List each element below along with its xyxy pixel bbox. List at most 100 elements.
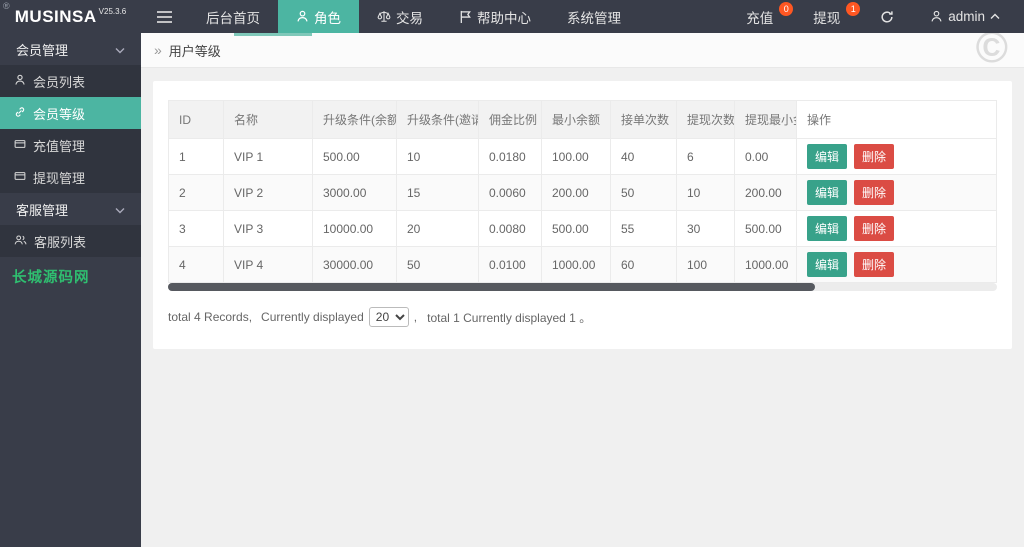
cell-upgrade-invite: 20 bbox=[396, 210, 479, 247]
table-header-row: ID 名称 升级条件(余额) 升级条件(邀请) 佣金比例 最小余额 接单次数 提… bbox=[168, 100, 997, 139]
cell-commission: 0.0060 bbox=[478, 174, 542, 211]
cell-withdraw-min: 200.00 bbox=[734, 174, 797, 211]
cell-withdraw-count: 30 bbox=[676, 210, 735, 247]
person-icon bbox=[296, 10, 309, 23]
sidebar-item-member-list[interactable]: 会员列表 bbox=[0, 65, 141, 97]
top-nav: 后台首页 角色 交易 帮助中心 系统管理 bbox=[141, 0, 639, 33]
refresh-button[interactable] bbox=[862, 0, 912, 33]
username-label: admin bbox=[948, 9, 985, 24]
sidebar-item-withdraw-mgmt[interactable]: 提现管理 bbox=[0, 161, 141, 193]
chevron-up-icon bbox=[990, 13, 1000, 20]
cell-actions: 编辑 删除 bbox=[796, 246, 997, 283]
delete-button[interactable]: 删除 bbox=[854, 180, 895, 205]
records-total-label: total 4 Records, bbox=[168, 310, 253, 324]
link-icon bbox=[14, 106, 26, 121]
hamburger-icon bbox=[157, 10, 172, 23]
col-header-upgrade-balance: 升级条件(余额) bbox=[312, 100, 397, 139]
cell-commission: 0.0100 bbox=[478, 246, 542, 283]
page-size-label: Currently displayed bbox=[261, 310, 364, 324]
sidebar-item-label: 会员等级 bbox=[33, 106, 86, 122]
sidebar-item-label: 充值管理 bbox=[33, 138, 86, 154]
sidebar-item-recharge-mgmt[interactable]: 充值管理 bbox=[0, 129, 141, 161]
user-menu[interactable]: admin bbox=[912, 0, 1018, 33]
nav-label: 交易 bbox=[396, 10, 423, 26]
table-card: ID 名称 升级条件(余额) 升级条件(邀请) 佣金比例 最小余额 接单次数 提… bbox=[153, 81, 1012, 349]
sidebar-group-service[interactable]: 客服管理 bbox=[0, 193, 141, 225]
nav-item-role[interactable]: 角色 bbox=[278, 0, 359, 33]
nav-label: 帮助中心 bbox=[477, 10, 531, 26]
withdraw-label: 提现 bbox=[813, 10, 841, 26]
cell-withdraw-min: 500.00 bbox=[734, 210, 797, 247]
cell-name: VIP 2 bbox=[223, 174, 313, 211]
col-header-commission: 佣金比例 bbox=[478, 100, 542, 139]
group-label: 会员管理 bbox=[16, 42, 69, 58]
chevron-down-icon bbox=[115, 42, 125, 57]
brand-logo[interactable]: ® MUSINSA V25.3.6 bbox=[0, 0, 141, 33]
delete-button[interactable]: 删除 bbox=[854, 144, 895, 169]
cell-id: 4 bbox=[168, 246, 224, 283]
sidebar-item-label: 提现管理 bbox=[33, 170, 86, 186]
cell-withdraw-min: 1000.00 bbox=[734, 246, 797, 283]
cell-name: VIP 4 bbox=[223, 246, 313, 283]
cell-name: VIP 1 bbox=[223, 138, 313, 175]
cell-upgrade-balance: 30000.00 bbox=[312, 246, 397, 283]
delete-button[interactable]: 删除 bbox=[854, 252, 895, 277]
col-header-actions: 操作 bbox=[796, 100, 997, 139]
main-content: » 用户等级 © ID 名称 升级条件(余额) 升级条件(邀请) 佣金比例 最小… bbox=[141, 33, 1024, 547]
scrollbar-thumb[interactable] bbox=[168, 283, 815, 291]
nav-label: 角色 bbox=[314, 10, 341, 26]
col-header-min-balance: 最小余额 bbox=[541, 100, 611, 139]
cell-min-balance: 200.00 bbox=[541, 174, 611, 211]
nav-item-help[interactable]: 帮助中心 bbox=[441, 0, 549, 33]
cell-min-balance: 500.00 bbox=[541, 210, 611, 247]
edit-button[interactable]: 编辑 bbox=[807, 216, 848, 241]
edit-button[interactable]: 编辑 bbox=[807, 180, 848, 205]
col-header-upgrade-invite: 升级条件(邀请) bbox=[396, 100, 479, 139]
table-row: 2 VIP 2 3000.00 15 0.0060 200.00 50 10 2… bbox=[168, 174, 997, 211]
cell-name: VIP 3 bbox=[223, 210, 313, 247]
page-title: 用户等级 bbox=[168, 43, 221, 59]
sidebar-item-member-level[interactable]: 会员等级 bbox=[0, 97, 141, 129]
brand-version: V25.3.6 bbox=[98, 7, 127, 16]
refresh-icon bbox=[880, 10, 894, 24]
edit-button[interactable]: 编辑 bbox=[807, 252, 848, 277]
cell-min-balance: 100.00 bbox=[541, 138, 611, 175]
col-header-id: ID bbox=[168, 100, 224, 139]
page-size-select[interactable]: 20 bbox=[368, 307, 409, 327]
cell-order-count: 50 bbox=[610, 174, 677, 211]
users-icon bbox=[14, 234, 27, 249]
chevron-down-icon bbox=[115, 202, 125, 217]
table-row: 3 VIP 3 10000.00 20 0.0080 500.00 55 30 … bbox=[168, 210, 997, 247]
recharge-count-badge: 0 bbox=[779, 2, 794, 16]
withdraw-link[interactable]: 提现 1 bbox=[795, 0, 862, 33]
topbar-right: 充值 0 提现 1 admin bbox=[728, 0, 1024, 33]
col-header-name: 名称 bbox=[223, 100, 313, 139]
cell-actions: 编辑 删除 bbox=[796, 138, 997, 175]
delete-button[interactable]: 删除 bbox=[854, 216, 895, 241]
copyright-watermark-icon: © bbox=[975, 33, 1008, 68]
cell-id: 1 bbox=[168, 138, 224, 175]
recharge-link[interactable]: 充值 0 bbox=[728, 0, 795, 33]
nav-item-system[interactable]: 系统管理 bbox=[549, 0, 639, 33]
sidebar-item-service-list[interactable]: 客服列表 bbox=[0, 225, 141, 257]
edit-button[interactable]: 编辑 bbox=[807, 144, 848, 169]
cell-id: 3 bbox=[168, 210, 224, 247]
cell-id: 2 bbox=[168, 174, 224, 211]
person-icon bbox=[14, 74, 26, 89]
nav-item-dashboard[interactable]: 后台首页 bbox=[188, 0, 278, 33]
cell-upgrade-balance: 500.00 bbox=[312, 138, 397, 175]
pages-total-label: total 1 Currently displayed 1 。 bbox=[427, 310, 592, 325]
cell-upgrade-invite: 50 bbox=[396, 246, 479, 283]
pagination-bar: total 4 Records, Currently displayed 20 … bbox=[168, 307, 997, 327]
cell-withdraw-count: 6 bbox=[676, 138, 735, 175]
sidebar-group-members[interactable]: 会员管理 bbox=[0, 33, 141, 65]
cell-upgrade-invite: 15 bbox=[396, 174, 479, 211]
nav-item-trade[interactable]: 交易 bbox=[359, 0, 441, 33]
scale-icon bbox=[377, 10, 391, 23]
cell-min-balance: 1000.00 bbox=[541, 246, 611, 283]
brand-name: MUSINSA bbox=[14, 6, 97, 26]
sidebar-toggle-button[interactable] bbox=[141, 0, 188, 33]
user-level-table: ID 名称 升级条件(余额) 升级条件(邀请) 佣金比例 最小余额 接单次数 提… bbox=[168, 100, 997, 283]
horizontal-scrollbar[interactable] bbox=[168, 283, 997, 291]
flag-icon bbox=[459, 10, 472, 23]
